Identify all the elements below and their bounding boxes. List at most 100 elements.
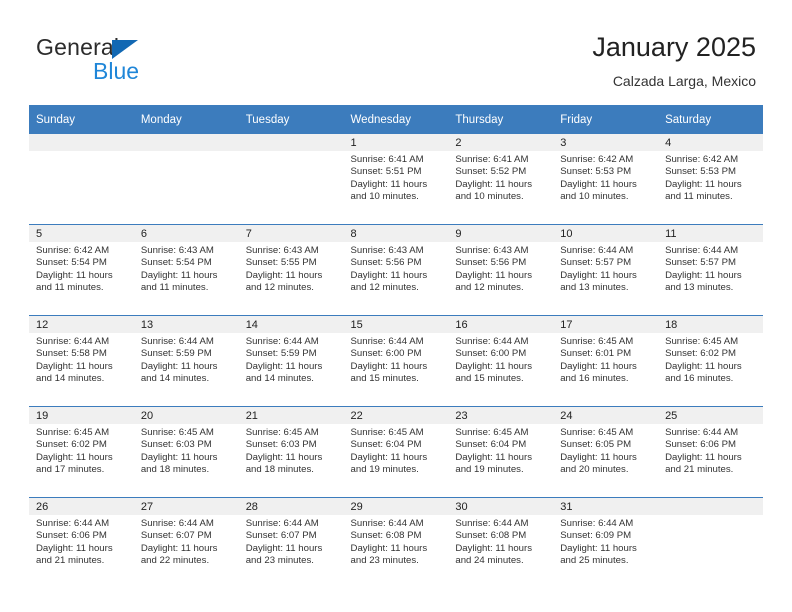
day-number: 7 <box>238 225 344 242</box>
day-cell[interactable]: 2 Sunrise: 6:41 AM Sunset: 5:52 PM Daylight… <box>448 134 554 224</box>
day-cell[interactable]: 1 Sunrise: 6:41 AM Sunset: 5:51 PM Daylight… <box>343 134 449 224</box>
day-details: Sunrise: 6:42 AM Sunset: 5:54 PM Daylight:… <box>29 242 134 295</box>
sunset-text: Sunset: 6:00 PM <box>455 348 527 360</box>
sunset-text: Sunset: 6:04 PM <box>455 439 527 451</box>
day-cell[interactable]: 9 Sunrise: 6:43 AM Sunset: 5:56 PM Daylight… <box>448 225 554 315</box>
daylight-text-line2: and 16 minutes. <box>560 373 629 385</box>
daylight-text-line1: Daylight: 11 hours <box>36 269 113 281</box>
day-number: 3 <box>553 134 659 151</box>
sunrise-text: Sunrise: 6:44 AM <box>560 518 634 529</box>
day-cell[interactable]: 23 Sunrise: 6:45 AM Sunset: 6:04 PM Dayligh… <box>448 407 554 497</box>
daylight-text-line2: and 14 minutes. <box>36 373 105 385</box>
day-cell[interactable]: 11 Sunrise: 6:44 AM Sunset: 5:57 PM Dayligh… <box>658 225 763 315</box>
sunrise-text: Sunrise: 6:45 AM <box>36 427 110 438</box>
daylight-text-line1: Daylight: 11 hours <box>140 269 218 281</box>
sunset-text: Sunset: 6:03 PM <box>245 439 317 451</box>
day-number: 2 <box>448 134 554 151</box>
daylight-text-line2: and 10 minutes. <box>350 191 419 203</box>
day-cell[interactable]: 15 Sunrise: 6:44 AM Sunset: 6:00 PM Dayligh… <box>343 316 449 406</box>
sunset-text: Sunset: 6:07 PM <box>245 530 317 542</box>
day-details: Sunrise: 6:44 AM Sunset: 6:06 PM Daylight:… <box>29 515 134 568</box>
sunrise-text: Sunrise: 6:45 AM <box>665 336 739 347</box>
day-cell[interactable]: 7 Sunrise: 6:43 AM Sunset: 5:55 PM Daylight… <box>238 225 344 315</box>
day-number: 19 <box>29 407 134 424</box>
calendar-week-row: 19 Sunrise: 6:45 AM Sunset: 6:02 PM Dayligh… <box>29 406 763 498</box>
day-number: 13 <box>133 316 239 333</box>
day-cell[interactable]: 21 Sunrise: 6:45 AM Sunset: 6:03 PM Dayligh… <box>238 407 344 497</box>
day-number: 18 <box>658 316 763 333</box>
day-cell[interactable]: 20 Sunrise: 6:45 AM Sunset: 6:03 PM Dayligh… <box>133 407 239 497</box>
day-details: Sunrise: 6:44 AM Sunset: 6:07 PM Daylight:… <box>134 515 239 568</box>
day-cell[interactable]: 10 Sunrise: 6:44 AM Sunset: 5:57 PM Dayligh… <box>553 225 659 315</box>
day-details: Sunrise: 6:44 AM Sunset: 5:57 PM Daylight:… <box>658 242 763 295</box>
daylight-text-line1: Daylight: 11 hours <box>665 178 742 190</box>
day-cell[interactable]: 22 Sunrise: 6:45 AM Sunset: 6:04 PM Dayligh… <box>343 407 449 497</box>
day-cell[interactable]: 27 Sunrise: 6:44 AM Sunset: 6:07 PM Dayligh… <box>133 498 239 588</box>
calendar-cell: 11 Sunrise: 6:44 AM Sunset: 5:57 PM Dayligh… <box>658 224 763 316</box>
sunrise-text: Sunrise: 6:43 AM <box>140 245 214 256</box>
sunrise-text: Sunrise: 6:43 AM <box>455 245 529 256</box>
sunrise-text: Sunrise: 6:45 AM <box>560 427 634 438</box>
day-number: 16 <box>448 316 554 333</box>
sunrise-text: Sunrise: 6:44 AM <box>36 518 110 529</box>
calendar-week-row: 26 Sunrise: 6:44 AM Sunset: 6:06 PM Dayligh… <box>29 497 763 588</box>
daylight-text-line2: and 18 minutes. <box>245 464 314 476</box>
day-cell[interactable]: 6 Sunrise: 6:43 AM Sunset: 5:54 PM Daylight… <box>133 225 239 315</box>
day-cell[interactable]: 29 Sunrise: 6:44 AM Sunset: 6:08 PM Dayligh… <box>343 498 449 588</box>
sunset-text: Sunset: 5:55 PM <box>245 257 317 269</box>
daylight-text-line2: and 10 minutes. <box>455 191 524 203</box>
day-details: Sunrise: 6:45 AM Sunset: 6:04 PM Daylight:… <box>448 424 553 477</box>
daylight-text-line2: and 17 minutes. <box>36 464 105 476</box>
daylight-text-line1: Daylight: 11 hours <box>560 542 637 554</box>
calendar-cell: 12 Sunrise: 6:44 AM Sunset: 5:58 PM Dayligh… <box>29 315 134 407</box>
daylight-text-line1: Daylight: 11 hours <box>455 269 532 281</box>
day-cell[interactable]: 12 Sunrise: 6:44 AM Sunset: 5:58 PM Dayligh… <box>29 316 134 406</box>
day-details: Sunrise: 6:44 AM Sunset: 5:59 PM Daylight:… <box>239 333 344 386</box>
daylight-text-line1: Daylight: 11 hours <box>350 269 428 281</box>
calendar-cell <box>133 134 239 225</box>
day-cell[interactable]: 14 Sunrise: 6:44 AM Sunset: 5:59 PM Dayligh… <box>238 316 344 406</box>
day-details <box>134 151 239 154</box>
calendar-cell: 22 Sunrise: 6:45 AM Sunset: 6:04 PM Dayligh… <box>343 406 449 498</box>
calendar-cell: 20 Sunrise: 6:45 AM Sunset: 6:03 PM Dayligh… <box>133 406 239 498</box>
day-cell[interactable]: 17 Sunrise: 6:45 AM Sunset: 6:01 PM Dayligh… <box>553 316 659 406</box>
sunrise-text: Sunrise: 6:45 AM <box>560 336 634 347</box>
calendar-cell: 4 Sunrise: 6:42 AM Sunset: 5:53 PM Daylight… <box>658 134 763 225</box>
day-cell[interactable]: 19 Sunrise: 6:45 AM Sunset: 6:02 PM Dayligh… <box>29 407 134 497</box>
day-cell[interactable]: 18 Sunrise: 6:45 AM Sunset: 6:02 PM Dayligh… <box>658 316 763 406</box>
day-cell[interactable]: 3 Sunrise: 6:42 AM Sunset: 5:53 PM Daylight… <box>553 134 659 224</box>
day-details: Sunrise: 6:44 AM Sunset: 6:00 PM Daylight:… <box>448 333 553 386</box>
weekday-header-thursday: Thursday <box>448 105 554 134</box>
general-blue-logo: General Blue <box>36 34 266 86</box>
day-cell[interactable]: 24 Sunrise: 6:45 AM Sunset: 6:05 PM Dayligh… <box>553 407 659 497</box>
day-details: Sunrise: 6:42 AM Sunset: 5:53 PM Daylight:… <box>553 151 658 204</box>
daylight-text-line1: Daylight: 11 hours <box>36 360 113 372</box>
sunset-text: Sunset: 5:57 PM <box>665 257 736 269</box>
day-cell[interactable]: 4 Sunrise: 6:42 AM Sunset: 5:53 PM Daylight… <box>658 134 763 224</box>
day-details: Sunrise: 6:43 AM Sunset: 5:56 PM Daylight:… <box>344 242 449 295</box>
day-number: 15 <box>343 316 449 333</box>
sunset-text: Sunset: 6:04 PM <box>350 439 422 451</box>
calendar-cell: 9 Sunrise: 6:43 AM Sunset: 5:56 PM Daylight… <box>448 224 554 316</box>
sunset-text: Sunset: 6:02 PM <box>665 348 736 360</box>
day-cell[interactable]: 5 Sunrise: 6:42 AM Sunset: 5:54 PM Daylight… <box>29 225 134 315</box>
day-details: Sunrise: 6:44 AM Sunset: 6:08 PM Daylight:… <box>448 515 553 568</box>
weekday-header-tuesday: Tuesday <box>238 105 344 134</box>
day-cell[interactable]: 25 Sunrise: 6:44 AM Sunset: 6:06 PM Dayligh… <box>658 407 763 497</box>
day-number: 9 <box>448 225 554 242</box>
day-cell[interactable]: 30 Sunrise: 6:44 AM Sunset: 6:08 PM Dayligh… <box>448 498 554 588</box>
day-cell[interactable]: 16 Sunrise: 6:44 AM Sunset: 6:00 PM Dayligh… <box>448 316 554 406</box>
day-cell[interactable]: 8 Sunrise: 6:43 AM Sunset: 5:56 PM Daylight… <box>343 225 449 315</box>
day-cell[interactable]: 13 Sunrise: 6:44 AM Sunset: 5:59 PM Dayligh… <box>133 316 239 406</box>
sunset-text: Sunset: 5:51 PM <box>350 166 422 178</box>
day-cell[interactable]: 26 Sunrise: 6:44 AM Sunset: 6:06 PM Dayligh… <box>29 498 134 588</box>
daylight-text-line1: Daylight: 11 hours <box>140 451 218 463</box>
daylight-text-line1: Daylight: 11 hours <box>245 269 323 281</box>
sunset-text: Sunset: 6:09 PM <box>560 530 632 542</box>
sunrise-text: Sunrise: 6:45 AM <box>245 427 319 438</box>
day-cell[interactable]: 28 Sunrise: 6:44 AM Sunset: 6:07 PM Dayligh… <box>238 498 344 588</box>
day-cell[interactable]: 31 Sunrise: 6:44 AM Sunset: 6:09 PM Dayligh… <box>553 498 659 588</box>
sunset-text: Sunset: 5:53 PM <box>560 166 632 178</box>
calendar-cell: 14 Sunrise: 6:44 AM Sunset: 5:59 PM Dayligh… <box>238 315 344 407</box>
calendar-cell: 25 Sunrise: 6:44 AM Sunset: 6:06 PM Dayligh… <box>658 406 763 498</box>
